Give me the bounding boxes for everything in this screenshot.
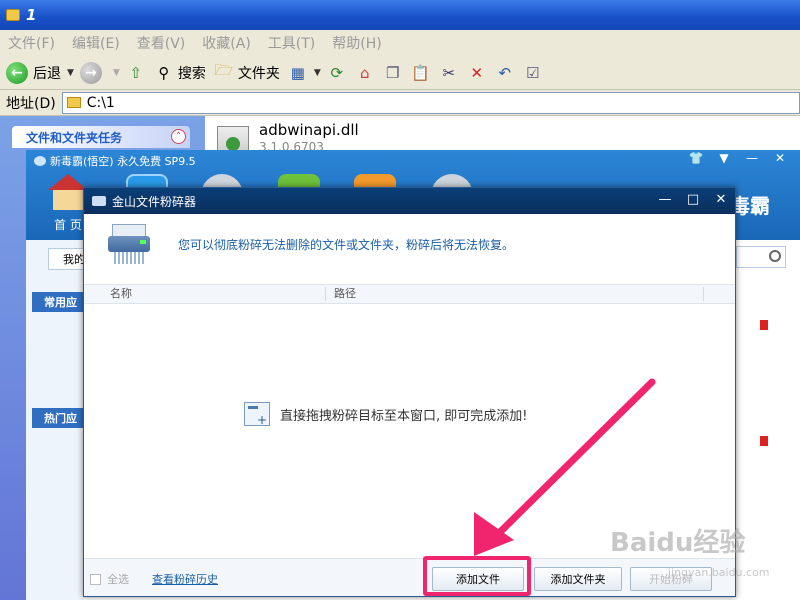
annotation-arrow-icon xyxy=(474,378,656,556)
